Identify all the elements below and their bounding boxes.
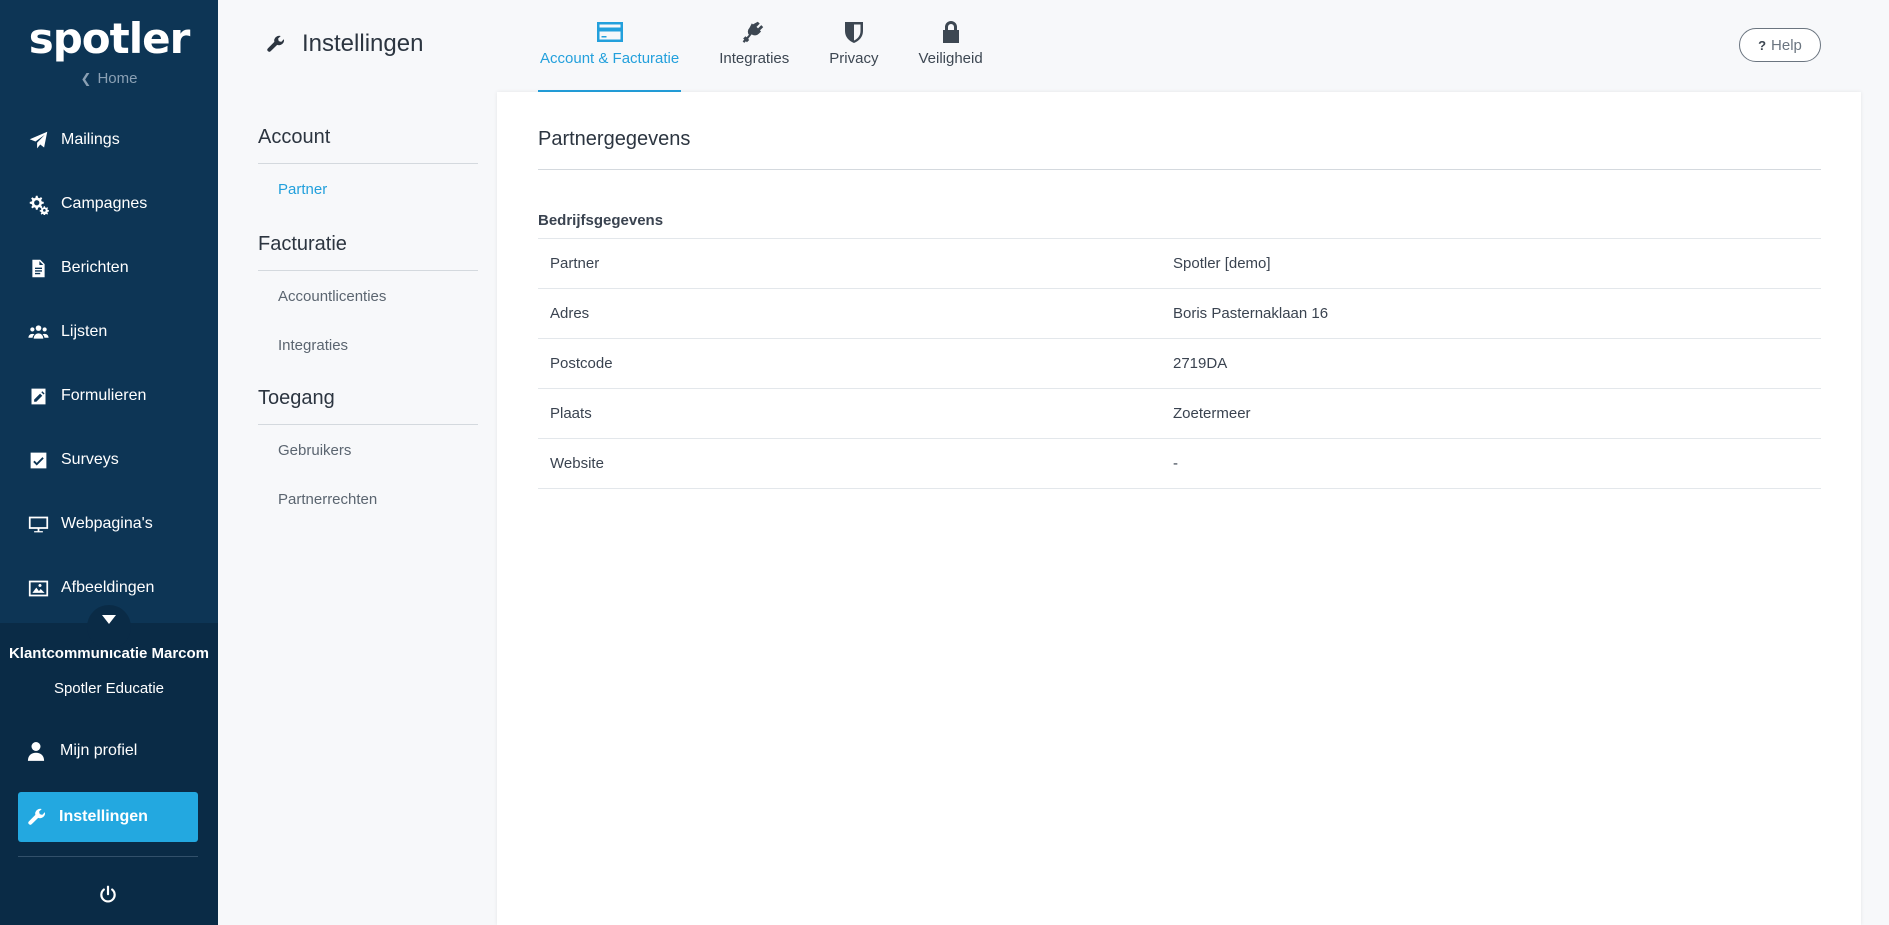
subnav-section-title: Account: [258, 92, 478, 164]
row-key: Partner: [550, 255, 600, 272]
user-icon: [27, 742, 45, 761]
power-icon: [100, 885, 116, 903]
settings-tabs: Account & Facturatie Integraties Privacy…: [538, 0, 1021, 92]
row-value: Boris Pasternaklaan 16: [1173, 305, 1329, 322]
edit-form-icon: [27, 385, 49, 407]
logout-button[interactable]: [97, 884, 119, 906]
users-icon: [27, 321, 49, 343]
sidebar-item-label: Afbeeldingen: [61, 579, 155, 596]
tab-label: Account & Facturatie: [540, 50, 680, 67]
sidebar-item-label: Surveys: [61, 451, 119, 468]
partner-details-panel: Partnergegevens Bedrijfsgegevens Partner…: [497, 92, 1861, 925]
tab-account-facturatie[interactable]: Account & Facturatie: [538, 0, 682, 92]
home-link[interactable]: ❮ Home: [0, 70, 218, 87]
sidebar-item-label: Lijsten: [61, 323, 108, 340]
tab-veiligheid[interactable]: Veiligheid: [916, 0, 984, 92]
row-value: Zoetermeer: [1173, 405, 1251, 422]
panel-divider: [538, 169, 1821, 170]
row-value: 2719DA: [1173, 355, 1228, 372]
help-button-label: Help: [1771, 36, 1802, 54]
subnav-link-integraties[interactable]: Integraties: [258, 320, 478, 369]
home-link-label: Home: [97, 70, 138, 87]
row-value: -: [1173, 455, 1178, 472]
company-details-table: Partner Spotler [demo] Adres Boris Paste…: [538, 238, 1821, 489]
subnav-link-partner[interactable]: Partner: [258, 164, 478, 213]
sidebar-item-label: Instellingen: [59, 808, 148, 825]
sidebar-item-label: Berichten: [61, 259, 129, 276]
sidebar-expand-toggle[interactable]: [87, 605, 131, 649]
sidebar-item-mijn-profiel[interactable]: Mijn profiel: [27, 741, 137, 761]
row-key: Adres: [550, 305, 590, 322]
panel-title: Partnergegevens: [538, 128, 691, 150]
sidebar-item-formulieren[interactable]: Formulieren: [0, 364, 218, 428]
tab-integraties[interactable]: Integraties: [717, 0, 791, 92]
table-row: Website -: [538, 438, 1821, 489]
sidebar-item-webpaginas[interactable]: Webpagina's: [0, 492, 218, 556]
wrench-icon: [267, 35, 285, 52]
subnav-link-accountlicenties[interactable]: Accountlicenties: [258, 271, 478, 320]
sidebar-item-instellingen[interactable]: Instellingen: [18, 792, 198, 842]
plug-icon: [741, 18, 767, 46]
tab-label: Veiligheid: [918, 50, 983, 67]
shield-icon: [844, 18, 864, 46]
sidebar-divider: [18, 856, 198, 857]
settings-subnav: Account Partner Facturatie Accountlicent…: [258, 92, 478, 523]
main-nav: Mailings Campagnes Berichten Lijsten For…: [0, 108, 218, 620]
tab-label: Privacy: [829, 50, 879, 67]
gears-icon: [27, 193, 49, 215]
tab-privacy[interactable]: Privacy: [827, 0, 880, 92]
monitor-icon: [27, 513, 49, 535]
sidebar-item-label: Formulieren: [61, 387, 147, 404]
section-heading: Bedrijfsgegevens: [538, 212, 664, 229]
page-title: Instellingen: [266, 30, 423, 58]
row-key: Plaats: [550, 405, 592, 422]
subnav-link-gebruikers[interactable]: Gebruikers: [258, 425, 478, 474]
sidebar-item-label: Campagnes: [61, 195, 148, 212]
spotler-logo[interactable]: spotler: [0, 14, 218, 63]
credit-card-icon: [596, 18, 624, 46]
page-header: Instellingen Account & Facturatie Integr…: [218, 0, 1889, 92]
sidebar-item-berichten[interactable]: Berichten: [0, 236, 218, 300]
subnav-section-title: Toegang: [258, 369, 478, 425]
table-row: Partner Spotler [demo]: [538, 238, 1821, 289]
question-icon: ?: [1758, 37, 1767, 53]
document-icon: [27, 257, 49, 279]
lock-icon: [941, 18, 961, 46]
paper-plane-icon: [27, 129, 49, 151]
chevron-left-icon: ❮: [80, 71, 92, 86]
checkbox-icon: [27, 449, 49, 471]
sidebar-item-label: Mailings: [61, 131, 120, 148]
sidebar: spotler ❮ Home Mailings Campagnes Bericht…: [0, 0, 218, 925]
row-value: Spotler [demo]: [1173, 255, 1271, 272]
image-icon: [27, 577, 49, 599]
sidebar-item-mailings[interactable]: Mailings: [0, 108, 218, 172]
sidebar-item-label: Webpagina's: [61, 515, 153, 532]
caret-down-icon: [102, 615, 116, 624]
account-subtitle[interactable]: Spotler Educatie: [0, 680, 218, 697]
sidebar-item-campagnes[interactable]: Campagnes: [0, 172, 218, 236]
account-panel: Klantcommunicatie Marcom Spotler Educati…: [0, 623, 218, 925]
sidebar-item-lijsten[interactable]: Lijsten: [0, 300, 218, 364]
wrench-icon: [28, 808, 46, 825]
help-button[interactable]: ? Help: [1739, 28, 1821, 62]
table-row: Plaats Zoetermeer: [538, 388, 1821, 439]
page-title-text: Instellingen: [302, 30, 424, 57]
sidebar-item-label: Mijn profiel: [60, 742, 138, 759]
sidebar-item-surveys[interactable]: Surveys: [0, 428, 218, 492]
row-key: Postcode: [550, 355, 613, 372]
subnav-link-partnerrechten[interactable]: Partnerrechten: [258, 474, 478, 523]
table-row: Adres Boris Pasternaklaan 16: [538, 288, 1821, 339]
tab-label: Integraties: [719, 50, 790, 67]
row-key: Website: [550, 455, 604, 472]
subnav-section-title: Facturatie: [258, 213, 478, 271]
table-row: Postcode 2719DA: [538, 338, 1821, 389]
